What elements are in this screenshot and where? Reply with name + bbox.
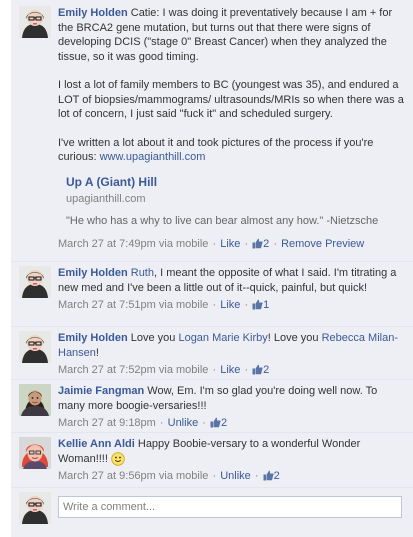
comment-paragraph: I've written a lot about it and took pic… — [58, 136, 404, 165]
avatar[interactable] — [19, 437, 51, 469]
comment-paragraph: Emily Holden Catie: I was doing it preve… — [58, 6, 404, 64]
comment-meta: March 27 at 9:18pm · Unlike · 2 — [58, 417, 228, 429]
thumbs-up-icon — [263, 470, 274, 481]
like-button[interactable]: Like — [220, 238, 240, 250]
unlike-button[interactable]: Unlike — [220, 470, 251, 482]
comment-body: Emily Holden Love you Logan Marie Kirby!… — [58, 331, 404, 378]
comment-paragraph: Jaimie Fangman Wow, Em. I'm so glad you'… — [58, 384, 404, 413]
comment-author[interactable]: Kellie Ann Aldi — [58, 438, 135, 450]
comment-paragraph: Emily Holden Ruth, I meant the opposite … — [58, 266, 404, 295]
link-preview-description: "He who has a why to live can bear almos… — [66, 214, 379, 227]
like-button[interactable]: Like — [220, 364, 240, 376]
comment-body: Kellie Ann Aldi Happy Boobie-versary to … — [58, 437, 404, 484]
comment-thread: Emily Holden Catie: I was doing it preve… — [11, 0, 413, 537]
emily-avatar-image — [19, 331, 51, 363]
emily-avatar-image — [19, 266, 51, 298]
link-preview-domain: upagianthill.com — [66, 192, 146, 205]
comment-composer: Write a comment... — [11, 488, 413, 528]
comment-meta: March 27 at 9:56pm via mobile · Unlike ·… — [58, 470, 280, 482]
like-count[interactable]: 2 — [252, 364, 269, 376]
mention-link[interactable]: Ruth — [131, 267, 154, 279]
comment-paragraph: Emily Holden Love you Logan Marie Kirby!… — [58, 332, 398, 359]
mention-link[interactable]: Logan Marie Kirby — [178, 332, 267, 344]
link-preview[interactable]: Up A (Giant) Hill upagianthill.com "He w… — [58, 174, 404, 228]
comment-via: via mobile — [158, 470, 209, 482]
comment-timestamp[interactable]: March 27 at 7:52pm via mobile — [58, 364, 208, 376]
comment-meta: March 27 at 7:52pm via mobile · Like · 2 — [58, 364, 270, 376]
external-link[interactable]: www.upagianthill.com — [100, 151, 206, 163]
comment-body: Emily Holden Catie: I was doing it preve… — [58, 6, 404, 251]
avatar[interactable] — [19, 266, 51, 298]
comment-author[interactable]: Emily Holden — [58, 332, 128, 344]
emily-avatar-image — [19, 6, 51, 38]
avatar[interactable] — [19, 384, 51, 416]
comment-body: Emily Holden Ruth, I meant the opposite … — [58, 266, 404, 313]
thumbs-up-icon — [252, 299, 263, 310]
unlike-button[interactable]: Unlike — [168, 417, 199, 429]
comment-timestamp[interactable]: March 27 at 7:49pm via mobile — [58, 238, 208, 250]
thumbs-up-icon — [252, 238, 263, 248]
thumbs-up-icon — [210, 417, 221, 428]
comment-author[interactable]: Emily Holden — [58, 7, 128, 19]
comment-paragraph: I lost a lot of family members to BC (yo… — [58, 79, 404, 120]
comment-author[interactable]: Jaimie Fangman — [58, 385, 144, 397]
comment-item: Emily Holden Love you Logan Marie Kirby!… — [11, 327, 413, 380]
smiley-emoticon-icon — [111, 451, 125, 466]
comment-author[interactable]: Emily Holden — [58, 267, 128, 279]
comment-timestamp[interactable]: March 27 at 9:18pm — [58, 417, 156, 429]
comment-input[interactable]: Write a comment... — [58, 496, 402, 518]
comment-body: Jaimie Fangman Wow, Em. I'm so glad you'… — [58, 384, 404, 431]
comment-paragraph: Kellie Ann Aldi Happy Boobie-versary to … — [58, 437, 404, 466]
link-preview-title[interactable]: Up A (Giant) Hill — [66, 174, 404, 190]
like-count[interactable]: 1 — [252, 299, 269, 311]
like-count[interactable]: 2 — [252, 238, 269, 250]
comment-item: Jaimie Fangman Wow, Em. I'm so glad you'… — [11, 380, 413, 433]
comment-timestamp[interactable]: March 27 at 9:56pm — [58, 470, 156, 482]
like-count[interactable]: 2 — [210, 417, 227, 429]
left-page-edge — [0, 0, 11, 537]
thumbs-up-icon — [252, 364, 263, 375]
current-user-avatar-image — [19, 492, 51, 524]
avatar[interactable] — [19, 331, 51, 363]
kellie-avatar-image — [19, 437, 51, 469]
comment-item: Kellie Ann Aldi Happy Boobie-versary to … — [11, 433, 413, 488]
like-button[interactable]: Like — [220, 299, 240, 311]
remove-preview-link[interactable]: Remove Preview — [281, 238, 364, 250]
comment-timestamp[interactable]: March 27 at 7:51pm via mobile — [58, 299, 208, 311]
avatar — [19, 492, 51, 524]
comment-meta: March 27 at 7:51pm via mobile · Like · 1 — [58, 299, 270, 311]
jaimie-avatar-image — [19, 384, 51, 416]
like-count[interactable]: 2 — [263, 470, 280, 482]
avatar[interactable] — [19, 6, 51, 38]
comment-item: Emily Holden Catie: I was doing it preve… — [11, 0, 413, 262]
comment-meta: March 27 at 7:49pm via mobile · Like · 2… — [58, 237, 365, 250]
comment-item: Emily Holden Ruth, I meant the opposite … — [11, 262, 413, 327]
